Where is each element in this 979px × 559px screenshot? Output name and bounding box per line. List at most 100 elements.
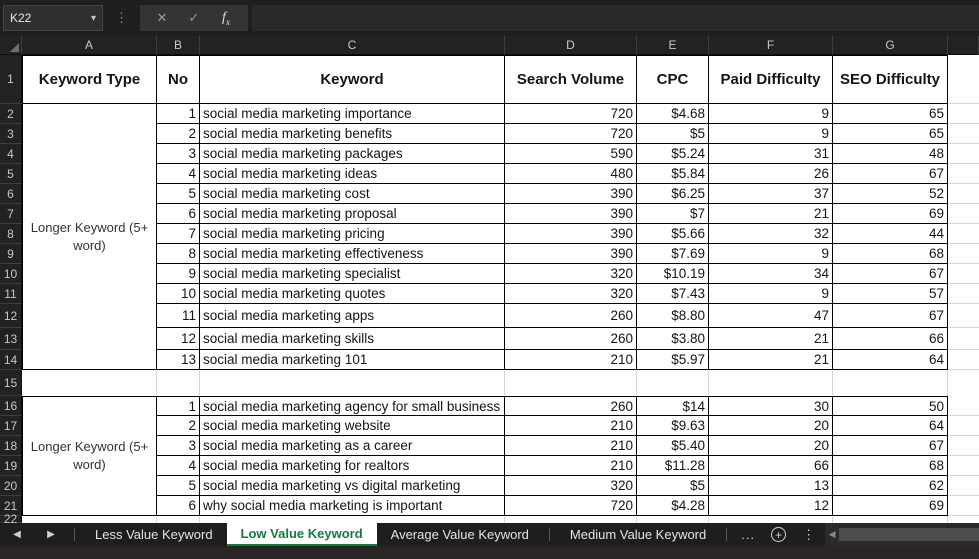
keyword-cell[interactable]: social media marketing effectiveness bbox=[200, 244, 505, 264]
no-cell[interactable]: 3 bbox=[157, 436, 200, 456]
row-header-22[interactable]: 22 bbox=[0, 516, 22, 523]
column-header-G[interactable]: G bbox=[833, 36, 948, 55]
cpc-cell[interactable]: $11.28 bbox=[637, 456, 709, 476]
row-header-14[interactable]: 14 bbox=[0, 350, 22, 370]
empty-cell[interactable] bbox=[948, 124, 979, 144]
empty-cell[interactable] bbox=[505, 516, 637, 523]
table-header-cell[interactable]: Keyword Type bbox=[22, 55, 157, 104]
keyword-cell[interactable]: social media marketing proposal bbox=[200, 204, 505, 224]
no-cell[interactable]: 3 bbox=[157, 144, 200, 164]
empty-cell[interactable] bbox=[22, 370, 157, 396]
search-volume-cell[interactable]: 210 bbox=[505, 350, 637, 370]
cpc-cell[interactable]: $10.19 bbox=[637, 264, 709, 284]
cpc-cell[interactable]: $5.24 bbox=[637, 144, 709, 164]
paid-difficulty-cell[interactable]: 47 bbox=[709, 304, 833, 328]
column-header-A[interactable]: A bbox=[22, 36, 157, 55]
search-volume-cell[interactable]: 210 bbox=[505, 456, 637, 476]
empty-cell[interactable] bbox=[637, 370, 709, 396]
paid-difficulty-cell[interactable]: 21 bbox=[709, 350, 833, 370]
search-volume-cell[interactable]: 720 bbox=[505, 124, 637, 144]
empty-cell[interactable] bbox=[637, 516, 709, 523]
row-header-12[interactable]: 12 bbox=[0, 304, 22, 328]
empty-cell[interactable] bbox=[948, 244, 979, 264]
cpc-cell[interactable]: $7.69 bbox=[637, 244, 709, 264]
empty-cell[interactable] bbox=[948, 144, 979, 164]
paid-difficulty-cell[interactable]: 9 bbox=[709, 244, 833, 264]
column-header-F[interactable]: F bbox=[709, 36, 833, 55]
enter-icon[interactable]: ✓ bbox=[178, 10, 210, 26]
keyword-cell[interactable]: why social media marketing is important bbox=[200, 496, 505, 516]
table-header-cell[interactable]: Search Volume bbox=[505, 55, 637, 104]
empty-cell[interactable] bbox=[948, 204, 979, 224]
row-header-8[interactable]: 8 bbox=[0, 224, 22, 244]
search-volume-cell[interactable]: 590 bbox=[505, 144, 637, 164]
seo-difficulty-cell[interactable]: 67 bbox=[833, 164, 948, 184]
empty-cell[interactable] bbox=[157, 516, 200, 523]
empty-cell[interactable] bbox=[948, 184, 979, 204]
empty-cell[interactable] bbox=[948, 328, 979, 350]
keyword-cell[interactable]: social media marketing for realtors bbox=[200, 456, 505, 476]
paid-difficulty-cell[interactable]: 30 bbox=[709, 396, 833, 416]
empty-cell[interactable] bbox=[505, 370, 637, 396]
empty-cell[interactable] bbox=[948, 416, 979, 436]
cancel-icon[interactable]: ✕ bbox=[146, 10, 178, 26]
keyword-cell[interactable]: social media marketing agency for small … bbox=[200, 396, 505, 416]
empty-cell[interactable] bbox=[948, 304, 979, 328]
paid-difficulty-cell[interactable]: 26 bbox=[709, 164, 833, 184]
column-header-B[interactable]: B bbox=[157, 36, 200, 55]
search-volume-cell[interactable]: 720 bbox=[505, 104, 637, 124]
no-cell[interactable]: 6 bbox=[157, 204, 200, 224]
no-cell[interactable]: 9 bbox=[157, 264, 200, 284]
keyword-type-cell[interactable]: Longer Keyword (5+ word) bbox=[22, 396, 157, 516]
column-header-E[interactable]: E bbox=[637, 36, 709, 55]
row-header-15[interactable]: 15 bbox=[0, 370, 22, 396]
keyword-cell[interactable]: social media marketing website bbox=[200, 416, 505, 436]
seo-difficulty-cell[interactable]: 57 bbox=[833, 284, 948, 304]
row-header-5[interactable]: 5 bbox=[0, 164, 22, 184]
seo-difficulty-cell[interactable]: 64 bbox=[833, 416, 948, 436]
scrollbar-thumb[interactable] bbox=[839, 528, 979, 541]
seo-difficulty-cell[interactable]: 67 bbox=[833, 304, 948, 328]
row-header-2[interactable]: 2 bbox=[0, 104, 22, 124]
empty-cell[interactable] bbox=[709, 516, 833, 523]
table-header-cell[interactable]: No bbox=[157, 55, 200, 104]
empty-cell[interactable] bbox=[948, 104, 979, 124]
keyword-cell[interactable]: social media marketing as a career bbox=[200, 436, 505, 456]
empty-cell[interactable] bbox=[948, 456, 979, 476]
cpc-cell[interactable]: $4.68 bbox=[637, 104, 709, 124]
keyword-cell[interactable]: social media marketing packages bbox=[200, 144, 505, 164]
empty-cell[interactable] bbox=[948, 476, 979, 496]
empty-cell[interactable] bbox=[22, 516, 157, 523]
no-cell[interactable]: 4 bbox=[157, 456, 200, 476]
empty-cell[interactable] bbox=[948, 164, 979, 184]
seo-difficulty-cell[interactable]: 65 bbox=[833, 104, 948, 124]
scroll-left-icon[interactable]: ◀ bbox=[825, 529, 839, 540]
search-volume-cell[interactable]: 390 bbox=[505, 204, 637, 224]
no-cell[interactable]: 6 bbox=[157, 496, 200, 516]
cpc-cell[interactable]: $5.66 bbox=[637, 224, 709, 244]
search-volume-cell[interactable]: 390 bbox=[505, 224, 637, 244]
empty-cell[interactable] bbox=[948, 516, 979, 523]
no-cell[interactable]: 1 bbox=[157, 104, 200, 124]
keyword-cell[interactable]: social media marketing 101 bbox=[200, 350, 505, 370]
search-volume-cell[interactable]: 320 bbox=[505, 264, 637, 284]
add-sheet-icon[interactable]: + bbox=[771, 527, 786, 542]
row-header-3[interactable]: 3 bbox=[0, 124, 22, 144]
sheet-tab-less-value-keyword[interactable]: Less Value Keyword bbox=[81, 523, 227, 546]
tab-overflow-button[interactable]: ... bbox=[733, 523, 763, 546]
column-header-C[interactable]: C bbox=[200, 36, 505, 55]
cpc-cell[interactable]: $5 bbox=[637, 124, 709, 144]
keyword-cell[interactable]: social media marketing skills bbox=[200, 328, 505, 350]
keyword-cell[interactable]: social media marketing vs digital market… bbox=[200, 476, 505, 496]
paid-difficulty-cell[interactable]: 37 bbox=[709, 184, 833, 204]
cpc-cell[interactable]: $7 bbox=[637, 204, 709, 224]
empty-cell[interactable] bbox=[948, 350, 979, 370]
column-header-D[interactable]: D bbox=[505, 36, 637, 55]
keyword-cell[interactable]: social media marketing quotes bbox=[200, 284, 505, 304]
paid-difficulty-cell[interactable]: 66 bbox=[709, 456, 833, 476]
row-header-1[interactable]: 1 bbox=[0, 55, 22, 104]
seo-difficulty-cell[interactable]: 52 bbox=[833, 184, 948, 204]
empty-cell[interactable] bbox=[833, 370, 948, 396]
empty-cell[interactable] bbox=[948, 496, 979, 516]
row-header-9[interactable]: 9 bbox=[0, 244, 22, 264]
